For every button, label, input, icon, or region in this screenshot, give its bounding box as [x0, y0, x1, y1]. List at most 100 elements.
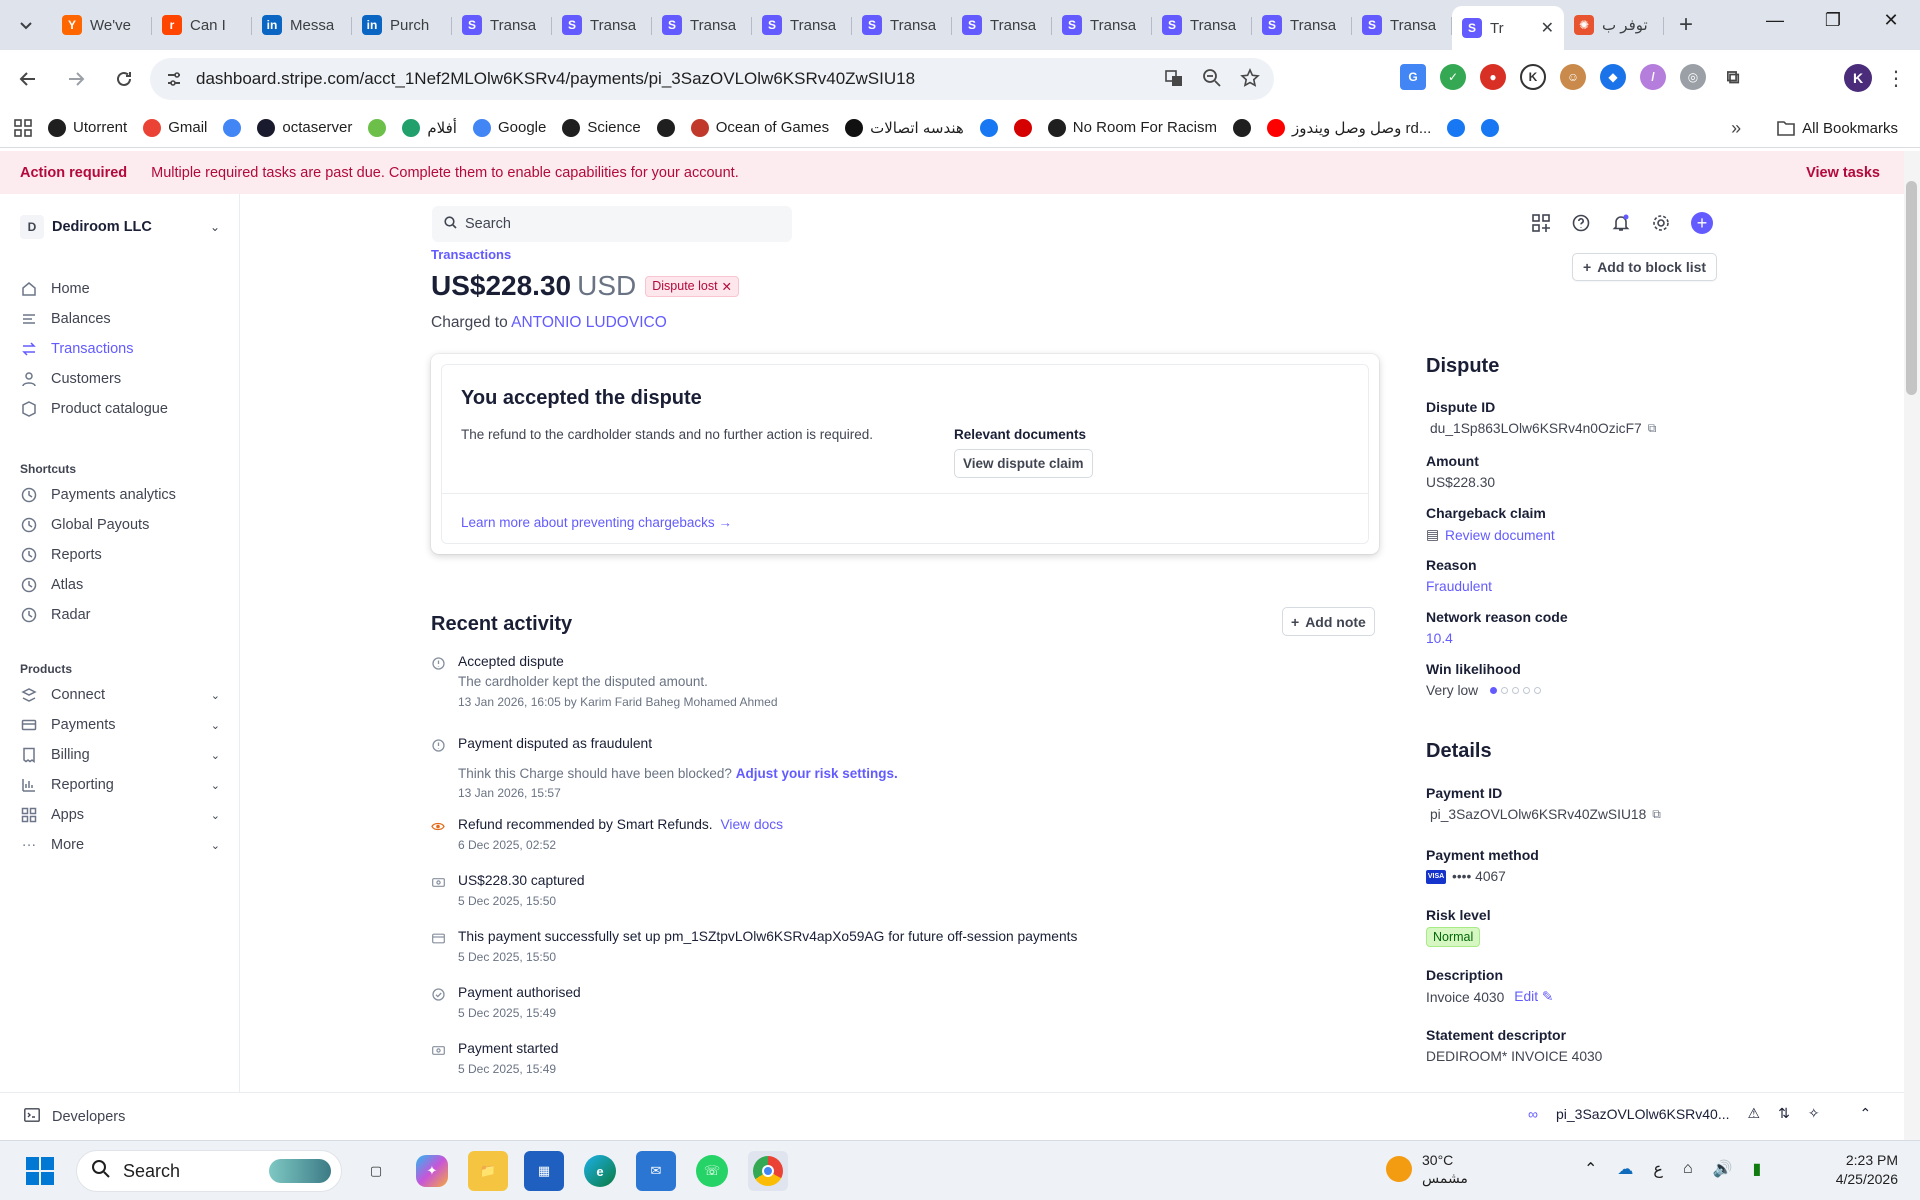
- dispute-id-text[interactable]: du_1Sp863LOlw6KSRv4n0OzicF7: [1430, 421, 1642, 436]
- bookmark-item[interactable]: [1225, 113, 1259, 143]
- browser-tab[interactable]: S Transa: [852, 5, 952, 45]
- bookmark-item[interactable]: No Room For Racism: [1040, 113, 1225, 143]
- taskbar-clock[interactable]: 2:23 PM 4/25/2026: [1818, 1151, 1898, 1189]
- browser-tab[interactable]: S Transa: [452, 5, 552, 45]
- bookmark-item[interactable]: أفلام: [394, 113, 465, 143]
- browser-tab[interactable]: S Transa: [1352, 5, 1452, 45]
- developers-link[interactable]: Developers: [52, 1109, 125, 1125]
- shortcut-atlas[interactable]: Atlas: [20, 570, 220, 600]
- view-tasks-link[interactable]: View tasks: [1806, 165, 1880, 181]
- input-language[interactable]: ع: [1653, 1159, 1663, 1179]
- product-reporting[interactable]: Reporting ⌄: [20, 770, 220, 800]
- shortcut-payments-analytics[interactable]: Payments analytics: [20, 480, 220, 510]
- reason-value[interactable]: Fraudulent: [1426, 579, 1492, 594]
- ms-store-icon[interactable]: ▦: [524, 1151, 564, 1191]
- shield-ext-icon[interactable]: ✓: [1440, 64, 1466, 90]
- notifications-bell-icon[interactable]: [1611, 213, 1631, 233]
- google-translate-ext-icon[interactable]: G: [1400, 64, 1426, 90]
- product-billing[interactable]: Billing ⌄: [20, 740, 220, 770]
- pen-ext-icon[interactable]: /: [1640, 64, 1666, 90]
- k-ext-icon[interactable]: K: [1520, 64, 1546, 90]
- bookmark-item[interactable]: octaserver: [249, 113, 360, 143]
- edit-description-link[interactable]: Edit ✎: [1514, 989, 1553, 1005]
- browser-tab[interactable]: Y We've: [52, 5, 152, 45]
- bookmark-item[interactable]: Google: [465, 113, 554, 143]
- browser-tab[interactable]: S Transa: [1152, 5, 1252, 45]
- tab-search-button[interactable]: [8, 7, 44, 43]
- bookmark-item[interactable]: [649, 113, 683, 143]
- volume-icon[interactable]: 🔊: [1713, 1159, 1733, 1179]
- battery-icon[interactable]: ▮: [1753, 1159, 1762, 1179]
- task-view-icon[interactable]: ▢: [356, 1151, 396, 1191]
- weather-widget[interactable]: 30°C مشمس: [1386, 1151, 1468, 1187]
- url-text[interactable]: dashboard.stripe.com/acct_1Nef2MLOlw6KSR…: [196, 69, 915, 89]
- view-dispute-claim-button[interactable]: View dispute claim: [954, 449, 1093, 478]
- sidebar-item-transactions[interactable]: Transactions: [20, 334, 220, 364]
- apps-grid-icon[interactable]: [1531, 213, 1551, 233]
- privacy-ext-icon[interactable]: ◎: [1680, 64, 1706, 90]
- translate-icon[interactable]: [1164, 68, 1184, 91]
- browser-tab[interactable]: in Purch: [352, 5, 452, 45]
- restore-icon[interactable]: ❐: [1804, 0, 1862, 40]
- more-bookmarks-icon[interactable]: »: [1731, 118, 1741, 139]
- sidebar-item-customers[interactable]: Customers: [20, 364, 220, 394]
- tag-ext-icon[interactable]: ◆: [1600, 64, 1626, 90]
- puzzle-icon[interactable]: ⧉: [1720, 64, 1746, 90]
- bookmark-star-icon[interactable]: [1240, 67, 1260, 91]
- minimize-icon[interactable]: —: [1746, 0, 1804, 40]
- whatsapp-icon[interactable]: ☏: [696, 1155, 728, 1187]
- tray-overflow-icon[interactable]: ⌃: [1584, 1159, 1597, 1179]
- sidebar-item-balances[interactable]: Balances: [20, 304, 220, 334]
- payment-id-text[interactable]: pi_3SazOVLOlw6KSRv40ZwSIU18: [1430, 807, 1646, 822]
- back-button[interactable]: [8, 59, 48, 99]
- browser-tab[interactable]: S Transa: [952, 5, 1052, 45]
- copilot-icon[interactable]: ✦: [416, 1155, 448, 1187]
- browser-tab[interactable]: S Transa: [552, 5, 652, 45]
- windows-start-icon[interactable]: [26, 1157, 54, 1185]
- site-info-icon[interactable]: [154, 70, 194, 88]
- zoom-icon[interactable]: [1202, 68, 1222, 91]
- onedrive-icon[interactable]: ☁: [1617, 1159, 1633, 1179]
- close-window-icon[interactable]: ✕: [1862, 0, 1920, 40]
- product-payments[interactable]: Payments ⌄: [20, 710, 220, 740]
- warning-icon[interactable]: ⚠: [1748, 1105, 1761, 1122]
- bookmark-item[interactable]: Science: [554, 113, 648, 143]
- edge-icon[interactable]: e: [584, 1155, 616, 1187]
- browser-tab[interactable]: ✺ توفر ب: [1564, 5, 1664, 45]
- collapse-up-icon[interactable]: ⌃: [1860, 1105, 1872, 1122]
- sidebar-item-home[interactable]: Home: [20, 274, 220, 304]
- cookie-ext-icon[interactable]: ☺: [1560, 64, 1586, 90]
- bookmark-item[interactable]: [360, 113, 394, 143]
- apps-grid-icon[interactable]: [6, 113, 40, 143]
- bookmark-item[interactable]: [215, 113, 249, 143]
- browser-tab[interactable]: r Can I: [152, 5, 252, 45]
- bookmark-item[interactable]: وصل وصل ويندوز rd...: [1259, 113, 1439, 143]
- bookmark-item[interactable]: Gmail: [135, 113, 215, 143]
- browser-tab[interactable]: S Transa: [652, 5, 752, 45]
- sidebar-item-product-catalogue[interactable]: Product catalogue: [20, 394, 220, 424]
- shortcut-reports[interactable]: Reports: [20, 540, 220, 570]
- browser-tab[interactable]: S Transa: [1052, 5, 1152, 45]
- sort-arrows-icon[interactable]: ⇅: [1778, 1105, 1790, 1122]
- browser-tab[interactable]: S Tr ✕: [1452, 6, 1564, 50]
- bookmark-item[interactable]: Utorrent: [40, 113, 135, 143]
- product-more[interactable]: ··· More ⌄: [20, 830, 220, 860]
- bookmark-item[interactable]: هندسه اتصالات: [837, 113, 972, 143]
- account-switcher[interactable]: D Dediroom LLC ⌄: [20, 214, 220, 240]
- review-document-link[interactable]: ▤ Review document: [1426, 527, 1555, 543]
- reload-button[interactable]: [104, 59, 144, 99]
- file-explorer-icon[interactable]: 📁: [468, 1151, 508, 1191]
- address-bar[interactable]: dashboard.stripe.com/acct_1Nef2MLOlw6KSR…: [150, 58, 1274, 100]
- mail-icon[interactable]: ✉: [636, 1151, 676, 1191]
- wifi-icon[interactable]: ⌂: [1683, 1160, 1693, 1178]
- browser-tab[interactable]: in Messa: [252, 5, 352, 45]
- network-reason-code-value[interactable]: 10.4: [1426, 631, 1453, 646]
- shortcut-radar[interactable]: Radar: [20, 600, 220, 630]
- bookmark-item[interactable]: [1006, 113, 1040, 143]
- browser-tab[interactable]: S Transa: [752, 5, 852, 45]
- close-tab-icon[interactable]: ✕: [1541, 18, 1554, 38]
- copy-icon[interactable]: ⧉: [1652, 807, 1661, 822]
- bookmark-item[interactable]: [1473, 113, 1507, 143]
- product-connect[interactable]: Connect ⌄: [20, 680, 220, 710]
- browser-tab[interactable]: S Transa: [1252, 5, 1352, 45]
